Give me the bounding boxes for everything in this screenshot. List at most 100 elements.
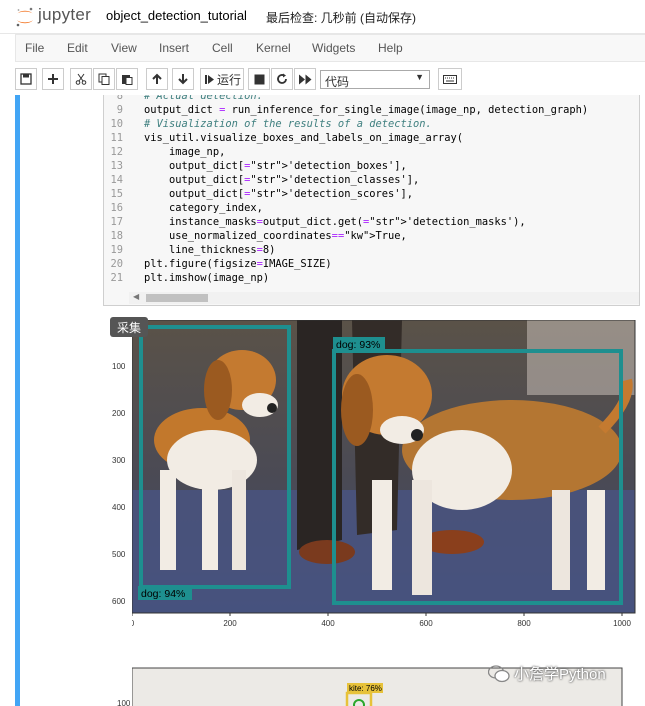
wechat-icon (488, 664, 510, 682)
ytick-label: 100 (112, 361, 126, 371)
notebook-title[interactable]: object_detection_tutorial (106, 8, 247, 23)
arrow-up-icon (152, 73, 162, 84)
line-number: 10 (110, 118, 123, 130)
code-line[interactable]: 13 output_dict[="str">'detection_boxes']… (104, 160, 641, 174)
menu-file[interactable]: File (25, 41, 44, 55)
run-button[interactable]: 运行 (200, 68, 244, 90)
plus-icon (48, 74, 58, 84)
scroll-left-icon[interactable]: ◀ (133, 292, 139, 301)
menu-help[interactable]: Help (378, 41, 403, 55)
menu-kernel[interactable]: Kernel (256, 41, 291, 55)
watermark: 小詹学Python (488, 663, 606, 684)
line-number: 20 (110, 258, 123, 270)
scrollbar-thumb[interactable] (146, 294, 208, 302)
detection-plot: dog: 94% dog: 93% 0 200 400 600 800 1000 (132, 320, 636, 628)
xtick-label: 200 (223, 619, 237, 628)
move-down-button[interactable] (172, 68, 194, 90)
code-line[interactable]: 9 output_dict = run_inference_for_single_… (104, 104, 641, 118)
menubar: File Edit View Insert Cell Kernel Widget… (15, 34, 645, 62)
line-number: 15 (110, 188, 123, 200)
jupyter-logo-icon[interactable] (14, 6, 36, 28)
line-number: 21 (110, 272, 123, 284)
detection-label-2: dog: 93% (336, 339, 380, 351)
cell-type-select[interactable]: 代码 ▼ (320, 70, 430, 89)
code-text[interactable]: # Visualization of the results of a dete… (144, 118, 432, 130)
code-text[interactable]: output_dict = run_inference_for_single_i… (144, 104, 588, 116)
menu-view[interactable]: View (111, 41, 137, 55)
ytick-label: 500 (112, 549, 126, 559)
arrow-down-icon (178, 74, 188, 85)
ytick-label: 400 (112, 502, 126, 512)
notebook-container[interactable]: 8 # Actual detection. 9 output_dict = run_i… (0, 95, 645, 706)
restart-button[interactable] (271, 68, 293, 90)
menu-edit[interactable]: Edit (67, 41, 88, 55)
insert-cell-button[interactable] (42, 68, 64, 90)
xtick-label: 0 (132, 619, 135, 628)
code-text[interactable]: line_thickness=8) (144, 244, 275, 256)
ytick-label: 300 (112, 455, 126, 465)
code-line[interactable]: 18 use_normalized_coordinates=="kw">True… (104, 230, 641, 244)
menu-cell[interactable]: Cell (212, 41, 233, 55)
horizontal-scrollbar[interactable]: ◀ (129, 292, 639, 304)
line-number: 11 (110, 132, 123, 144)
code-text[interactable]: category_index, (144, 202, 263, 214)
save-icon (20, 73, 32, 85)
stop-icon (254, 74, 264, 84)
code-line[interactable]: 12 image_np, (104, 146, 641, 160)
restart-icon (277, 73, 287, 84)
line-number: 16 (110, 202, 123, 214)
code-text[interactable]: output_dict[="str">'detection_scores'], (144, 188, 413, 200)
menu-insert[interactable]: Insert (159, 41, 189, 55)
xtick-label: 400 (321, 619, 335, 628)
code-line[interactable]: 17 instance_masks=output_dict.get(="str"… (104, 216, 641, 230)
shoe-left (299, 540, 355, 564)
code-line[interactable]: 11 vis_util.visualize_boxes_and_labels_on… (104, 132, 641, 146)
code-line[interactable]: 21 plt.imshow(image_np) (104, 272, 641, 286)
cut-button[interactable] (70, 68, 92, 90)
restart-run-all-button[interactable] (294, 68, 316, 90)
copy-icon (98, 73, 110, 85)
chevron-down-icon: ▼ (415, 72, 424, 82)
interrupt-button[interactable] (248, 68, 270, 90)
line-number: 14 (110, 174, 123, 186)
jupyter-logo-text[interactable]: jupyter (38, 5, 91, 25)
code-line[interactable]: 10 # Visualization of the results of a de… (104, 118, 641, 132)
fast-forward-icon (298, 74, 311, 84)
code-text[interactable]: plt.imshow(image_np) (144, 272, 269, 284)
detection-label-1: dog: 94% (141, 588, 185, 600)
code-text[interactable]: use_normalized_coordinates=="kw">True, (144, 230, 407, 242)
code-text[interactable]: plt.figure(figsize=IMAGE_SIZE) (144, 258, 332, 270)
save-button[interactable] (15, 68, 37, 90)
menu-widgets[interactable]: Widgets (312, 41, 355, 55)
code-line[interactable]: 8 # Actual detection. (104, 95, 641, 104)
code-text[interactable]: output_dict[="str">'detection_boxes'], (144, 160, 407, 172)
code-text[interactable]: instance_masks=output_dict.get(="str">'d… (144, 216, 526, 228)
copy-button[interactable] (93, 68, 115, 90)
collect-badge[interactable]: 采集 (110, 317, 148, 337)
cut-icon (75, 73, 87, 85)
save-status: 最后检查: 几秒前 (自动保存) (266, 11, 416, 25)
code-cell-editor[interactable]: 8 # Actual detection. 9 output_dict = run_i… (103, 95, 640, 306)
cell-selection-bar (15, 95, 20, 706)
code-line[interactable]: 16 category_index, (104, 202, 641, 216)
xtick-label: 800 (517, 619, 531, 628)
move-up-button[interactable] (146, 68, 168, 90)
background-fence (527, 320, 635, 395)
code-line[interactable]: 15 output_dict[="str">'detection_scores'… (104, 188, 641, 202)
code-line[interactable]: 14 output_dict[="str">'detection_classes… (104, 174, 641, 188)
cell-type-value: 代码 (325, 75, 350, 89)
code-text[interactable]: # Actual detection. (144, 95, 263, 102)
paste-icon (122, 75, 133, 85)
paste-button[interactable] (116, 68, 138, 90)
line-number: 18 (110, 230, 123, 242)
line-number: 12 (110, 146, 123, 158)
command-palette-button[interactable] (438, 68, 462, 90)
code-line[interactable]: 20 plt.figure(figsize=IMAGE_SIZE) (104, 258, 641, 272)
code-text[interactable]: output_dict[="str">'detection_classes'], (144, 174, 419, 186)
xtick-label: 1000 (613, 619, 631, 628)
line-number: 9 (116, 104, 123, 116)
code-line[interactable]: 19 line_thickness=8) (104, 244, 641, 258)
code-text[interactable]: vis_util.visualize_boxes_and_labels_on_i… (144, 132, 463, 144)
code-text[interactable]: image_np, (144, 146, 225, 158)
ytick-100: 100 (117, 699, 131, 706)
